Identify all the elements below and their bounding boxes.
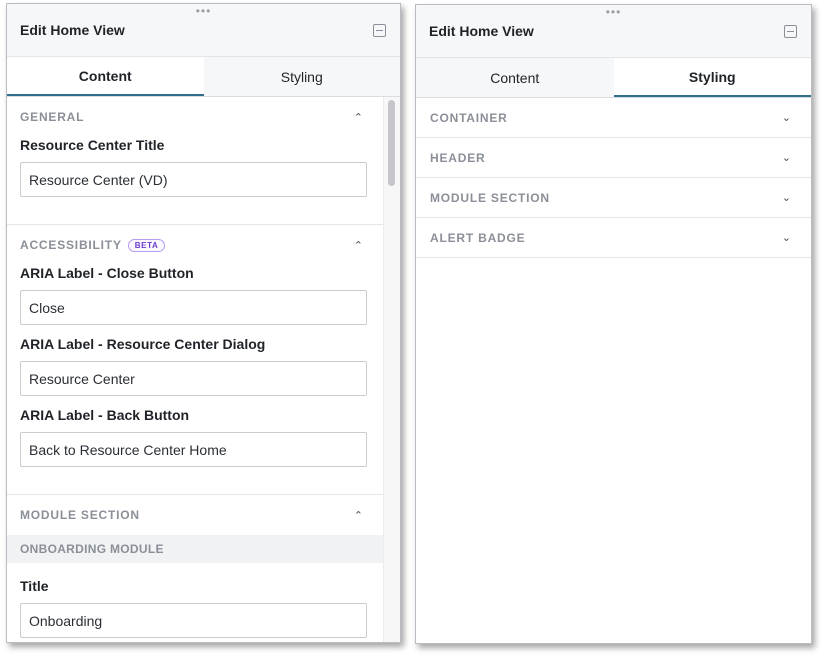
- edit-home-view-panel-styling: ••• Edit Home View Content Styling CONTA…: [415, 4, 812, 644]
- section-title: MODULE SECTION: [430, 190, 550, 205]
- chevron-down-icon[interactable]: ⌄: [782, 111, 791, 124]
- chevron-up-icon[interactable]: ⌃: [354, 509, 363, 522]
- section-title: ALERT BADGE: [430, 230, 526, 245]
- section-title: HEADER: [430, 150, 486, 165]
- scrollbar-thumb[interactable]: [388, 100, 395, 186]
- section-general-header[interactable]: GENERAL ⌃: [7, 97, 383, 137]
- beta-badge: BETA: [127, 238, 166, 252]
- drag-handle-icon[interactable]: •••: [606, 6, 622, 18]
- field-label: Title: [20, 578, 49, 594]
- section-header[interactable]: HEADER ⌄: [416, 138, 811, 178]
- tab-content[interactable]: Content: [416, 58, 614, 97]
- module-section-body: Title: [7, 563, 383, 638]
- onboarding-module-subheader: ONBOARDING MODULE: [7, 535, 383, 563]
- section-general-body: Resource Center Title: [7, 137, 383, 225]
- tab-bar: Content Styling: [7, 57, 400, 97]
- aria-back-button-input[interactable]: [20, 432, 367, 467]
- section-title: MODULE SECTION: [20, 508, 140, 522]
- minimize-icon[interactable]: [373, 23, 386, 37]
- aria-dialog-input[interactable]: [20, 361, 367, 396]
- section-module-header[interactable]: MODULE SECTION ⌃: [7, 495, 383, 535]
- field-label: ARIA Label - Back Button: [20, 407, 190, 423]
- section-module-section[interactable]: MODULE SECTION ⌄: [416, 178, 811, 218]
- module-title-input[interactable]: [20, 603, 367, 638]
- chevron-down-icon[interactable]: ⌄: [782, 151, 791, 164]
- section-alert-badge[interactable]: ALERT BADGE ⌄: [416, 218, 811, 258]
- tab-content[interactable]: Content: [7, 57, 204, 96]
- panel-title: Edit Home View: [429, 23, 534, 39]
- panel-title: Edit Home View: [20, 22, 125, 38]
- styling-sections: CONTAINER ⌄ HEADER ⌄ MODULE SECTION ⌄ AL…: [416, 98, 811, 258]
- chevron-down-icon[interactable]: ⌄: [782, 231, 791, 244]
- chevron-up-icon[interactable]: ⌃: [354, 111, 363, 124]
- content-scroll-area[interactable]: GENERAL ⌃ Resource Center Title ACCESSIB…: [7, 97, 400, 642]
- resource-center-title-input[interactable]: [20, 162, 367, 197]
- section-accessibility-body: ARIA Label - Close Button ARIA Label - R…: [7, 265, 383, 495]
- minimize-icon[interactable]: [784, 24, 797, 38]
- chevron-up-icon[interactable]: ⌃: [354, 239, 363, 252]
- field-label: ARIA Label - Close Button: [20, 265, 194, 281]
- tab-styling[interactable]: Styling: [613, 58, 811, 97]
- section-container[interactable]: CONTAINER ⌄: [416, 98, 811, 138]
- field-label: ARIA Label - Resource Center Dialog: [20, 336, 266, 352]
- section-title: ACCESSIBILITY BETA: [20, 238, 166, 252]
- aria-close-button-input[interactable]: [20, 290, 367, 325]
- section-title: GENERAL: [20, 110, 85, 124]
- tab-bar: Content Styling: [416, 58, 811, 98]
- section-title: CONTAINER: [430, 110, 508, 125]
- chevron-down-icon[interactable]: ⌄: [782, 191, 791, 204]
- section-accessibility-header[interactable]: ACCESSIBILITY BETA ⌃: [7, 225, 383, 265]
- drag-handle-icon[interactable]: •••: [196, 5, 212, 17]
- section-title-text: ACCESSIBILITY: [20, 238, 122, 252]
- edit-home-view-panel-content: ••• Edit Home View Content Styling GENER…: [6, 3, 401, 643]
- tab-styling[interactable]: Styling: [203, 57, 400, 96]
- field-label: Resource Center Title: [20, 137, 165, 153]
- scrollbar[interactable]: [383, 97, 400, 642]
